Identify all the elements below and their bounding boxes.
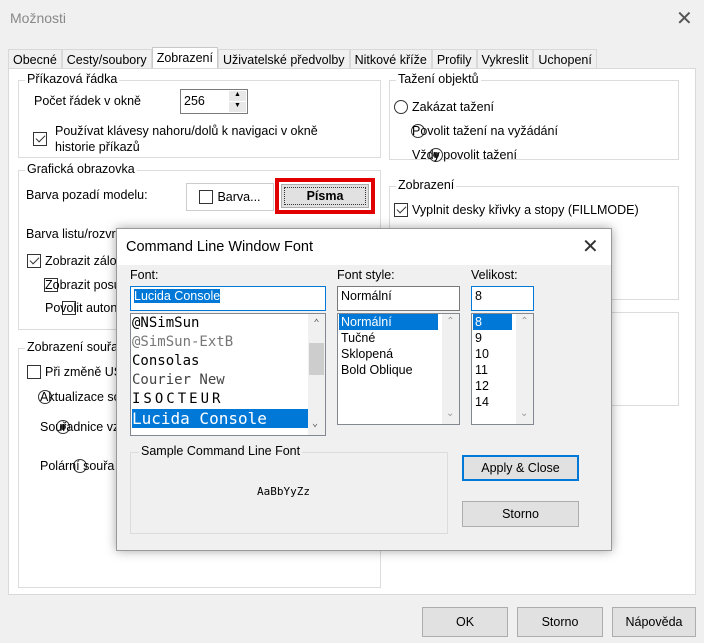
dialog-cancel-button[interactable]: Storno <box>462 501 579 527</box>
arrow-keys-checkbox[interactable] <box>33 131 47 146</box>
polar-label: Polární souřa <box>40 459 115 473</box>
font-item[interactable]: Consolas <box>132 352 325 371</box>
layout-color-label: Barva listu/rozvr <box>26 227 116 241</box>
font-input-value: Lucida Console <box>134 289 221 303</box>
ucs-checkbox[interactable] <box>27 364 41 379</box>
font-dialog: Command Line Window Font ✕ Font: Lucida … <box>116 228 612 551</box>
style-list[interactable]: Normální Tučné Sklopená Bold Oblique ⌃ ⌄ <box>337 313 460 425</box>
drag-group: Tažení objektů Zakázat tažení Povolit ta… <box>389 72 679 162</box>
relative-label: Souřadnice vz <box>40 420 120 434</box>
group-label: Tažení objektů <box>396 72 481 86</box>
drag-option-label: Vždy povolit tažení <box>412 148 517 162</box>
size-list-scrollbar[interactable]: ⌃ ⌄ <box>516 314 533 424</box>
tab-uzivatelske[interactable]: Uživatelské předvolby <box>217 49 350 70</box>
group-label: Zobrazení <box>396 178 457 192</box>
style-input[interactable]: Normální <box>337 286 460 311</box>
lines-label: Počet řádek v okně <box>34 94 142 108</box>
tab-nitkove[interactable]: Nitkové kříže <box>349 49 432 70</box>
font-item[interactable]: ISOCTEUR <box>132 390 325 409</box>
close-icon[interactable]: ✕ <box>582 234 599 259</box>
font-item[interactable]: @SimSun-ExtB <box>132 333 325 352</box>
tab-profily[interactable]: Profily <box>431 49 477 70</box>
tab-vykreslit[interactable]: Vykreslit <box>476 49 534 70</box>
update-label: Aktualizace so <box>40 390 121 404</box>
font-item[interactable]: Courier New <box>132 371 325 390</box>
auto-label: Povolit auton <box>45 301 118 315</box>
font-item-selected[interactable]: Lucida Console <box>132 409 308 428</box>
lines-value: 256 <box>184 94 205 108</box>
font-label: Font: <box>130 268 159 282</box>
size-list[interactable]: 8 9 10 11 12 14 ⌃ ⌄ <box>471 313 534 425</box>
cancel-button[interactable]: Storno <box>517 607 603 637</box>
fillmode-label: Vyplnit desky křivky a stopy (FILLMODE) <box>412 203 639 217</box>
window-title: Možnosti <box>10 10 67 26</box>
style-item-selected[interactable]: Normální <box>339 314 438 330</box>
sample-group: Sample Command Line Font AaBbYyZz <box>130 444 448 534</box>
lines-spinner[interactable]: 256 ▲ ▼ <box>180 89 248 114</box>
fonts-button[interactable]: Písma <box>281 184 369 208</box>
color-button[interactable]: Barva... <box>186 183 274 211</box>
tab-obecne[interactable]: Obecné <box>8 49 62 70</box>
style-item[interactable]: Bold Oblique <box>339 362 458 378</box>
sample-text: AaBbYyZz <box>257 485 310 498</box>
drag-option-label: Povolit tažení na vyžádání <box>412 124 558 138</box>
show-pos-label: Zobrazit posu <box>45 278 121 292</box>
style-list-scrollbar[interactable]: ⌃ ⌄ <box>442 314 459 424</box>
color-button-label: Barva... <box>217 190 261 204</box>
font-list[interactable]: @NSimSun @SimSun-ExtB Consolas Courier N… <box>130 313 326 436</box>
fillmode-checkbox[interactable] <box>394 202 408 217</box>
style-label: Font style: <box>337 268 395 282</box>
group-label: Příkazová řádka <box>25 72 120 86</box>
font-list-scrollbar[interactable]: ⌃ ⌄ <box>308 314 325 435</box>
tab-uchopeni[interactable]: Uchopení <box>533 49 597 70</box>
size-input[interactable]: 8 <box>471 286 534 311</box>
size-item-selected[interactable]: 8 <box>473 314 512 330</box>
close-icon[interactable]: ✕ <box>676 6 693 31</box>
bg-color-label: Barva pozadí modelu: <box>26 188 148 202</box>
show-checkbox[interactable] <box>27 253 41 268</box>
tab-bar: Obecné Cesty/soubory Zobrazení Uživatels… <box>8 47 597 70</box>
font-item[interactable]: @NSimSun <box>132 314 325 333</box>
apply-close-button[interactable]: Apply & Close <box>462 455 579 481</box>
dialog-title: Command Line Window Font <box>126 239 313 255</box>
arrow-keys-label: Používat klávesy nahoru/dolů k navigaci … <box>55 124 318 154</box>
sample-label: Sample Command Line Font <box>139 444 303 458</box>
ok-button[interactable]: OK <box>422 607 508 637</box>
dialog-titlebar: Command Line Window Font ✕ <box>117 229 611 265</box>
style-item[interactable]: Tučné <box>339 330 458 346</box>
size-label: Velikost: <box>471 268 518 282</box>
spin-up-icon[interactable]: ▲ <box>229 91 246 101</box>
font-input[interactable]: Lucida Console <box>130 286 326 311</box>
style-item[interactable]: Sklopená <box>339 346 458 362</box>
tab-cesty[interactable]: Cesty/soubory <box>61 49 152 70</box>
group-label: Zobrazení souřa <box>25 340 121 354</box>
tab-zobrazeni[interactable]: Zobrazení <box>151 47 218 70</box>
command-line-group: Příkazová řádka Počet řádek v okně 256 ▲… <box>18 72 381 158</box>
group-label: Grafická obrazovka <box>25 162 137 176</box>
drag-option-label: Zakázat tažení <box>412 100 494 114</box>
help-button[interactable]: Nápověda <box>612 607 696 637</box>
ucs-label: Při změně US <box>45 365 123 379</box>
spin-down-icon[interactable]: ▼ <box>229 102 246 112</box>
show-label: Zobrazit zálo <box>45 254 117 268</box>
drag-radio-0[interactable] <box>394 99 408 114</box>
